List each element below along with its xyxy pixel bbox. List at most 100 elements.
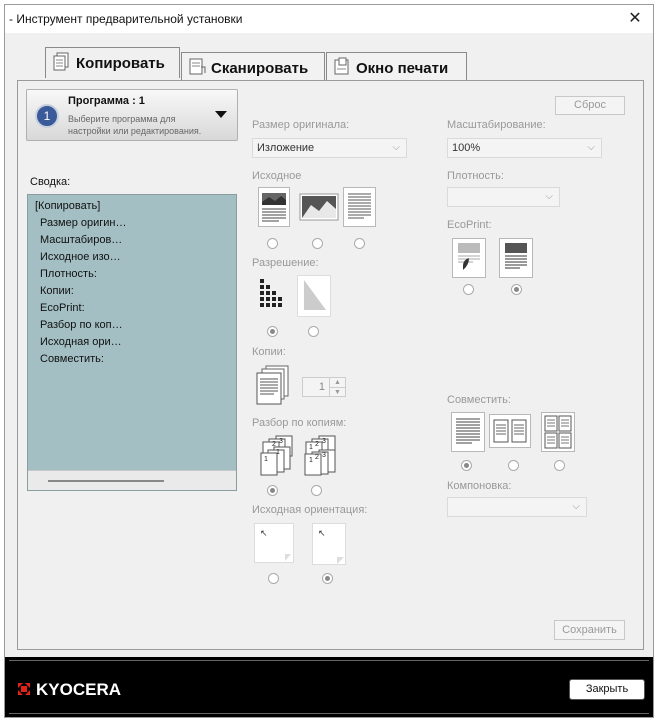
tab-print-box[interactable]: Окно печати [326,52,467,80]
ecoprint-off-radio[interactable] [511,284,522,295]
decrement-arrow-icon[interactable]: ▼ [329,387,345,396]
ecoprint-off-icon[interactable] [499,238,533,278]
scrollbar-thumb[interactable] [48,480,164,482]
density-label: Плотность: [447,170,504,182]
combine-4in1-icon[interactable] [541,412,575,452]
high-resolution-icon[interactable] [297,275,331,317]
copy-settings-panel: 1 Программа : 1 Выберите программа для н… [17,80,644,650]
program-hint: Выберите программа для настройки или ред… [68,114,202,136]
photo-option-icon[interactable] [299,187,339,227]
zoom-select[interactable]: 100% ⌵ [447,138,602,158]
text-photo-radio[interactable] [267,238,278,249]
summary-list: [Копировать] Размер оригин… Масштабиров…… [27,194,237,491]
svg-text:3: 3 [322,438,326,445]
copies-icon [254,364,296,406]
divider [9,713,649,714]
tab-copy-label: Копировать [76,55,165,72]
collate-label: Разбор по копиям: [252,417,347,429]
orientation-landscape-radio[interactable] [322,573,333,584]
collate-on-icon[interactable]: 3211 [254,434,296,476]
summary-label: Сводка: [30,176,71,188]
summary-item: Копии: [40,285,74,297]
save-button[interactable]: Сохранить [554,620,625,640]
combine-4in1-radio[interactable] [554,460,565,471]
svg-text:1: 1 [276,449,280,456]
summary-item: Плотность: [40,268,97,280]
summary-item: Исходная ори… [40,336,122,348]
text-photo-option-icon[interactable] [258,187,290,227]
summary-item: EcoPrint: [40,302,85,314]
ecoprint-label: EcoPrint: [447,219,492,231]
kyocera-logo: KYOCERA [17,680,121,700]
close-button[interactable]: Закрыть [569,679,645,700]
program-title: Программа : 1 [68,95,145,107]
svg-text:1: 1 [309,444,313,451]
combine-2in1-icon[interactable] [489,414,531,448]
summary-item: Совместить: [40,353,104,365]
original-size-value: Изложение [257,142,315,154]
close-window-icon[interactable]: ✕ [625,8,645,28]
combine-off-radio[interactable] [461,460,472,471]
window-title: - Инструмент предварительной установки [9,12,243,26]
summary-item: Масштабиров… [40,234,123,246]
original-orientation-label: Исходная ориентация: [252,504,368,516]
summary-item: Разбор по коп… [40,319,123,331]
dropdown-arrow-icon[interactable] [215,111,227,118]
collate-off-radio[interactable] [311,485,322,496]
text-radio[interactable] [354,238,365,249]
combine-label: Совместить: [447,394,511,406]
combine-off-icon[interactable] [451,412,485,452]
layout-select[interactable]: ⌵ [447,497,587,517]
density-select[interactable]: ⌵ [447,187,560,207]
increment-arrow-icon[interactable]: ▲ [329,378,345,387]
photo-radio[interactable] [312,238,323,249]
print-box-icon [334,57,349,75]
ecoprint-on-icon[interactable] [452,238,486,278]
zoom-label: Масштабирование: [447,119,546,131]
orientation-portrait-radio[interactable] [268,573,279,584]
original-size-select[interactable]: Изложение ⌵ [252,138,407,158]
divider [9,660,649,661]
tab-scan[interactable]: Сканировать [181,52,325,80]
chevron-down-icon: ⌵ [587,142,595,153]
svg-text:↖: ↖ [318,528,326,538]
ecoprint-on-radio[interactable] [463,284,474,295]
zoom-value: 100% [452,142,481,154]
program-selector[interactable]: 1 Программа : 1 Выберите программа для н… [26,89,238,141]
copies-value: 1 [318,381,325,393]
collate-off-icon[interactable]: 321321 [297,434,339,476]
scan-icon [189,58,206,75]
summary-item: Исходное изо… [40,251,121,263]
combine-2in1-radio[interactable] [508,460,519,471]
chevron-down-icon: ⌵ [545,191,553,202]
program-number-badge: 1 [35,104,59,128]
reset-button[interactable]: Сброс [555,96,625,115]
footer-bar: KYOCERA Закрыть [5,657,653,717]
chevron-down-icon: ⌵ [392,142,400,153]
svg-text:↖: ↖ [260,528,268,538]
original-image-label: Исходное [252,170,302,182]
low-resolution-radio[interactable] [267,326,278,337]
horizontal-scrollbar[interactable] [28,470,236,490]
low-resolution-icon[interactable] [254,275,288,317]
copies-stepper[interactable]: 1 ▲ ▼ [302,377,346,397]
kyocera-mark-icon [17,681,31,695]
tab-copy[interactable]: Копировать [45,47,180,78]
svg-text:1: 1 [264,456,268,463]
chevron-down-icon: ⌵ [572,501,580,512]
svg-text:3: 3 [279,438,283,445]
title-bar: - Инструмент предварительной установки ✕ [5,5,653,33]
svg-text:1: 1 [309,457,313,464]
text-option-icon[interactable] [343,187,376,227]
copies-label: Копии: [252,346,286,358]
tab-scan-label: Сканировать [211,60,309,77]
orientation-landscape-icon[interactable]: ↖ [312,523,346,565]
svg-text:3: 3 [322,452,326,459]
tab-print-box-label: Окно печати [356,60,449,77]
orientation-portrait-icon[interactable]: ↖ [254,523,294,563]
summary-item: [Копировать] [35,200,101,212]
high-resolution-radio[interactable] [308,326,319,337]
collate-on-radio[interactable] [267,485,278,496]
layout-label: Компоновка: [447,480,512,492]
preset-tool-window: - Инструмент предварительной установки ✕… [4,4,654,718]
